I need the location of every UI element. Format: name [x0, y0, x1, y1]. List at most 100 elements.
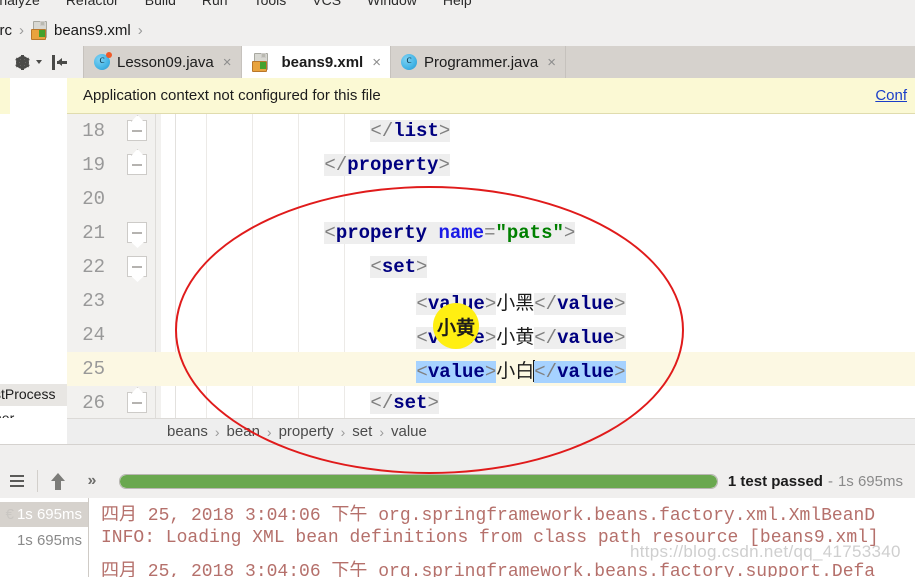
breadcrumb-beans9xml-label: beans9.xml — [54, 21, 131, 39]
menu-item-analyze[interactable]: Analyze — [0, 0, 42, 8]
code-breadcrumb-separator: › — [266, 423, 272, 440]
tab-programmer-java-label: Programmer.java — [424, 53, 539, 71]
test-status-duration: 1s 695ms — [837, 472, 903, 490]
code-breadcrumb-separator: › — [340, 423, 346, 440]
code-breadcrumb-property[interactable]: property — [279, 423, 334, 440]
test-tree-row[interactable]: € 1s 695ms — [0, 502, 88, 527]
menu-item-refactor[interactable]: Refactor — [64, 0, 121, 8]
left-panel-item-postprocessor[interactable]: stProcess — [0, 386, 55, 402]
editor-tab-strip: Lesson09.java × beans9.xml × Programmer.… — [0, 46, 915, 78]
tab-strip-filler — [565, 46, 915, 78]
fold-marker-icon[interactable] — [127, 392, 147, 413]
left-panel-item-listener[interactable]: ner — [0, 410, 14, 418]
breadcrumb-src[interactable]: src — [0, 22, 12, 39]
test-tree-row-duration: 1s 695ms — [16, 532, 82, 549]
test-tree-row[interactable]: 1s 695ms — [0, 528, 88, 553]
collapse-panel-icon[interactable] — [52, 54, 68, 70]
navigation-bar: src › beans9.xml › — [0, 14, 915, 47]
java-class-icon — [94, 52, 112, 70]
code-breadcrumb-value[interactable]: value — [391, 423, 427, 440]
xml-file-icon — [251, 52, 269, 72]
test-tree-panel[interactable]: € 1s 695ms 1s 695ms — [0, 498, 89, 577]
fold-marker-icon[interactable] — [127, 256, 147, 277]
tab-beans9-xml-label: beans9.xml — [281, 53, 364, 71]
breadcrumb-src-label: src — [0, 21, 12, 39]
breadcrumb-separator-end: › — [137, 21, 143, 39]
toolbar-separator — [37, 470, 38, 492]
console-output[interactable]: 四月 25, 2018 3:04:06 下午 org.springframewo… — [89, 498, 915, 577]
menu-item-vcs[interactable]: VCS — [310, 0, 343, 8]
menu-item-build[interactable]: Build — [143, 0, 178, 8]
gear-icon[interactable] — [15, 54, 30, 70]
test-progress-bar — [119, 473, 718, 489]
fold-marker-gutter — [115, 284, 157, 318]
notification-left-strip — [0, 78, 10, 114]
test-status-text: 1 test passed — [727, 472, 823, 490]
fold-marker-gutter[interactable] — [115, 250, 157, 284]
code-breadcrumb-bean[interactable]: bean — [227, 423, 260, 440]
line-number: 19 — [82, 154, 105, 176]
menu-bar[interactable]: Analyze Refactor Build Run Tools VCS Win… — [0, 0, 915, 14]
scroll-up-button[interactable] — [41, 464, 75, 498]
chevron-down-icon[interactable] — [36, 60, 42, 64]
code-breadcrumb-separator: › — [379, 423, 384, 440]
notification-left-gap — [0, 78, 67, 114]
fold-marker-gutter[interactable] — [115, 148, 157, 182]
code-breadcrumb-set[interactable]: set — [352, 423, 372, 440]
fold-marker-gutter[interactable] — [115, 216, 157, 250]
line-number: 24 — [82, 324, 105, 346]
run-toolbar: » 1 test passed - 1s 695ms — [0, 464, 915, 499]
code-editor[interactable]: 18 </list> 19 </property> 20 21 <propert… — [67, 114, 915, 418]
double-chevron-right-icon: » — [87, 472, 97, 489]
fold-marker-gutter[interactable] — [115, 386, 157, 418]
hamburger-icon — [10, 475, 24, 487]
java-class-icon — [401, 52, 417, 70]
left-tool-panel[interactable]: stProcess ner — [0, 114, 68, 418]
code-breadcrumb-separator: › — [214, 423, 220, 440]
spotlight-annotation-label: 小黄 — [436, 317, 475, 340]
notification-banner: Application context not configured for t… — [67, 78, 915, 114]
notification-configure-link[interactable]: Conf — [875, 87, 907, 104]
line-number: 18 — [82, 120, 105, 142]
expand-more-button[interactable]: » — [75, 464, 109, 498]
line-number: 23 — [82, 290, 105, 312]
fold-marker-icon[interactable] — [127, 120, 147, 141]
tab-close-icon[interactable]: × — [372, 54, 381, 71]
code-breadcrumb-beans[interactable]: beans — [167, 423, 208, 440]
code-breadcrumb: beans › bean › property › set › value — [67, 418, 915, 444]
xml-file-icon — [31, 20, 48, 40]
line-number: 26 — [82, 392, 105, 414]
fold-marker-icon[interactable] — [127, 222, 147, 243]
menu-item-tools[interactable]: Tools — [252, 0, 289, 8]
console-line: 四月 25, 2018 3:04:06 下午 org.springframewo… — [101, 506, 876, 526]
fold-marker-gutter[interactable] — [115, 114, 157, 148]
line-number: 20 — [82, 188, 105, 210]
fold-marker-gutter — [115, 182, 157, 216]
menu-item-help[interactable]: Help — [441, 0, 474, 8]
line-code: </set> — [370, 392, 439, 414]
menu-bar-items: Analyze Refactor Build Run Tools VCS Win… — [0, 0, 474, 8]
test-menu-button[interactable] — [0, 464, 34, 498]
breadcrumb-separator: › — [19, 21, 24, 39]
test-tree-row-prefix: € — [5, 506, 14, 523]
line-number: 22 — [82, 256, 105, 278]
up-arrow-icon — [51, 472, 65, 490]
tab-close-icon[interactable]: × — [547, 54, 556, 71]
tab-lesson09-java[interactable]: Lesson09.java × — [84, 46, 242, 78]
menu-item-window[interactable]: Window — [365, 0, 419, 8]
fold-marker-gutter — [115, 352, 157, 386]
fold-marker-gutter — [115, 318, 157, 352]
code-breadcrumb-left-gap — [0, 418, 67, 444]
tab-beans9-xml[interactable]: beans9.xml × — [241, 46, 391, 78]
tab-programmer-java[interactable]: Programmer.java × — [391, 46, 566, 78]
fold-marker-icon[interactable] — [127, 154, 147, 175]
watermark: https://blog.csdn.net/qq_41753340 — [630, 542, 901, 561]
breadcrumb-beans9xml[interactable]: beans9.xml — [31, 20, 131, 40]
editor-line[interactable]: 19 </property> — [67, 148, 915, 182]
tab-close-icon[interactable]: × — [223, 54, 232, 71]
test-status-dash: - — [827, 472, 833, 490]
menu-item-run[interactable]: Run — [200, 0, 230, 8]
test-tree-row-duration: 1s 695ms — [16, 506, 82, 523]
panel-divider[interactable] — [0, 444, 915, 465]
editor-line[interactable]: 26 </set> — [67, 386, 915, 418]
